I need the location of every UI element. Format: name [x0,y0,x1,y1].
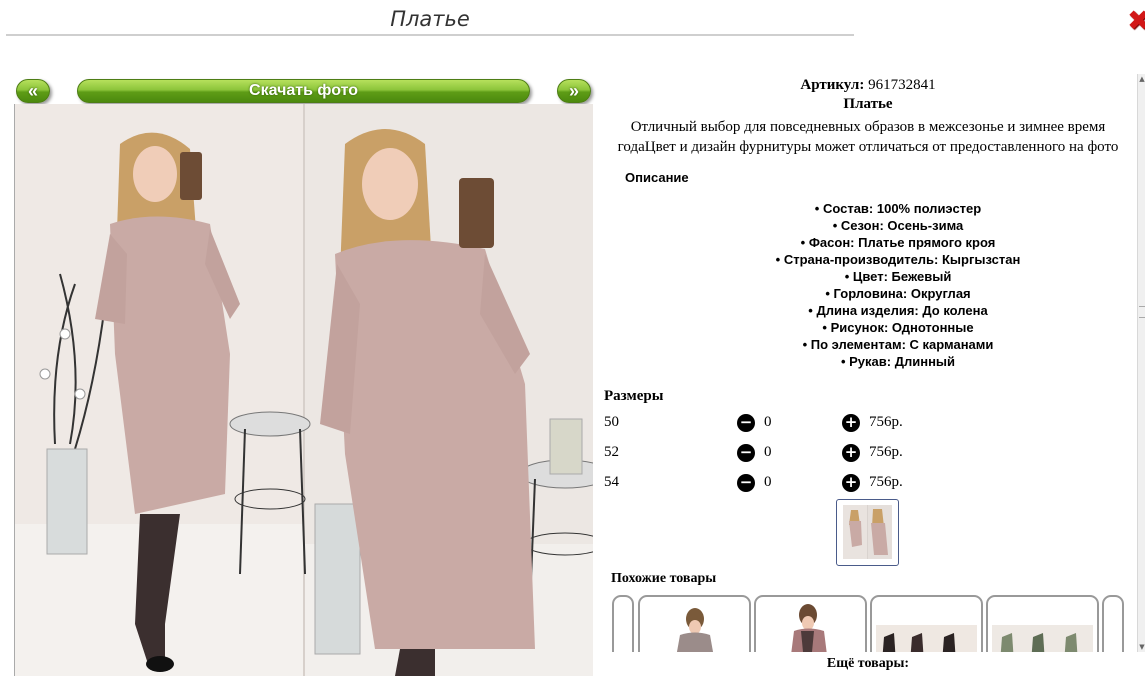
attribute-item: Длина изделия: До колена [598,302,1145,319]
size-value: 52 [604,444,619,460]
carousel-prev-button[interactable] [612,595,634,652]
plus-icon[interactable]: + [842,444,860,462]
description-line: Отличный выбор для повседневных образов … [630,119,1106,135]
attribute-item: Страна-производитель: Кыргызстан [598,251,1145,268]
more-products-heading: Ещё товары: [598,656,1138,672]
attributes-list: Состав: 100% полиэстер Сезон: Осень-зима… [598,200,1145,370]
photo-thumbnail[interactable] [836,499,899,566]
minus-icon[interactable]: − [737,474,755,492]
similar-item[interactable] [986,595,1099,652]
carousel-next-button[interactable] [1102,595,1124,652]
attribute-item: Цвет: Бежевый [598,268,1145,285]
attribute-item: Сезон: Осень-зима [598,217,1145,234]
size-value: 50 [604,414,619,430]
close-icon[interactable]: ✖ [1127,6,1145,36]
minus-icon[interactable]: − [737,414,755,432]
scroll-down-icon[interactable]: ▼ [1138,642,1145,652]
description-line: годаЦвет и дизайн фурнитуры может отлича… [617,139,1119,155]
minus-icon[interactable]: − [737,444,755,462]
size-row: 52 − 0 + 756р. [604,442,934,464]
article-line: Артикул: 961732841 [598,77,1138,94]
product-photo [14,104,593,676]
scrollbar[interactable]: ▲ ▼ [1137,74,1145,652]
sizes-heading: Размеры [604,388,664,404]
prev-photo-button[interactable]: « [16,79,50,103]
similar-item-image [791,604,827,652]
attribute-item: Фасон: Платье прямого кроя [598,234,1145,251]
similar-item-image [876,625,977,652]
quantity-value: 0 [764,414,772,430]
article-label: Артикул: [800,77,865,93]
similar-item[interactable] [870,595,983,652]
next-photo-button[interactable]: » [557,79,591,103]
price-value: 756р. [869,474,903,490]
attribute-item: Рисунок: Однотонные [598,319,1145,336]
attribute-item: Рукав: Длинный [598,353,1145,370]
attribute-item: Горловина: Округлая [598,285,1145,302]
product-info-panel: Артикул: 961732841 Платье Отличный выбор… [598,74,1138,672]
description-heading: Описание [625,170,689,185]
product-photo-image [15,104,593,676]
quantity-value: 0 [764,444,772,460]
page-title: Платье [6,4,854,36]
size-row: 54 − 0 + 756р. [604,472,934,494]
plus-icon[interactable]: + [842,414,860,432]
similar-item-image [676,608,714,652]
product-description: Отличный выбор для повседневных образов … [598,117,1138,157]
attribute-item: Состав: 100% полиэстер [598,200,1145,217]
similar-item-image [992,625,1093,652]
scrollbar-grip[interactable] [1139,306,1145,318]
price-value: 756р. [869,444,903,460]
size-row: 50 − 0 + 756р. [604,412,934,434]
similar-item[interactable] [638,595,751,652]
size-value: 54 [604,474,619,490]
similar-item[interactable] [754,595,867,652]
similar-heading: Похожие товары [611,571,717,586]
thumbnail-graphic [843,505,892,559]
price-value: 756р. [869,414,903,430]
similar-carousel [612,595,1125,652]
plus-icon[interactable]: + [842,474,860,492]
scroll-up-icon[interactable]: ▲ [1138,74,1145,84]
download-photo-button[interactable]: Скачать фото [77,79,530,103]
attribute-item: По элементам: С карманами [598,336,1145,353]
quantity-value: 0 [764,474,772,490]
product-name: Платье [843,96,893,112]
thumbnail-image [843,505,892,559]
article-value: 961732841 [868,77,936,93]
